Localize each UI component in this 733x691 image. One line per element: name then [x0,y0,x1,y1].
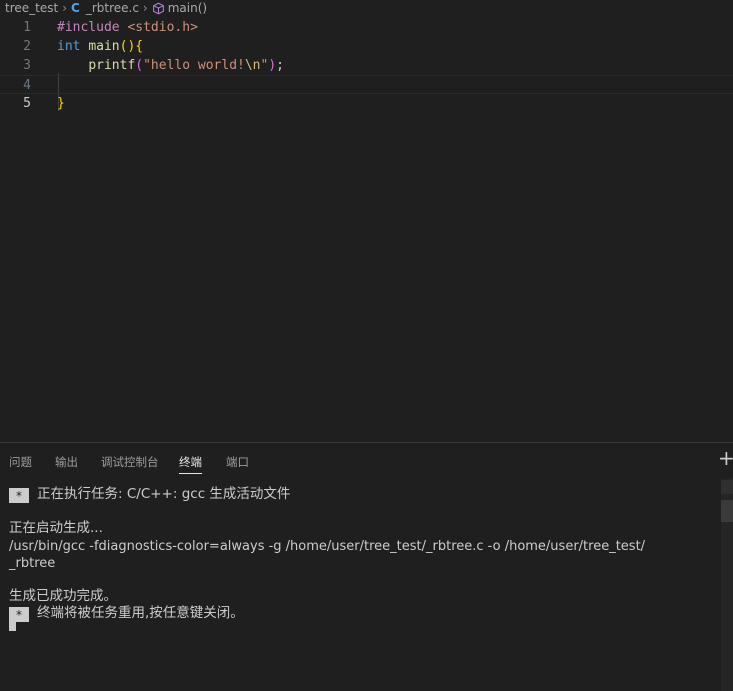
code-line[interactable]: 3 printf("hello world!\n"); [0,56,733,75]
c-file-icon: C [71,1,80,15]
reuse-note-text: 终端将被任务重用,按任意键关闭。 [37,605,244,621]
terminal-cursor [9,615,16,631]
starting-line: 正在启动生成... [9,520,103,536]
chevron-right-icon: › [62,1,67,15]
code-line[interactable]: 2 int main(){ [0,37,733,56]
code-token: "hello world! [143,58,245,73]
tab-problems[interactable]: 问题 [9,454,32,474]
line-number: 4 [23,78,31,93]
code-text: printf("hello world!\n"); [57,56,284,75]
method-cube-icon [152,2,165,15]
breadcrumb-folder-label: tree_test [5,1,59,15]
code-line[interactable]: 5} [0,94,733,113]
line-number: 1 [23,20,31,35]
code-text: int main(){ [57,37,143,56]
code-line[interactable]: 1 #include <stdio.h> [0,18,733,37]
breadcrumb-file-label: _rbtree.c [85,1,139,15]
breadcrumb-file[interactable]: C _rbtree.c [71,1,139,15]
panel-tabs: 问题 输出 调试控制台 终端 端口 + [0,443,733,477]
reuse-note-line: * 终端将被任务重用,按任意键关闭。 [9,605,244,622]
task-badge: * [9,488,29,503]
bottom-panel: 问题 输出 调试控制台 终端 端口 + * 正在执行任务: C/C++: gcc … [0,442,733,691]
chevron-right-icon: › [142,1,148,15]
command-line-2: _rbtree [9,556,56,571]
code-editor[interactable]: 1 #include <stdio.h> 2 int main(){3 printf(… [0,16,733,442]
scrollbar-thumb[interactable] [721,500,733,522]
breadcrumb: tree_test › C _rbtree.c › main() [0,0,733,16]
tab-output[interactable]: 输出 [55,454,78,474]
scrollbar-marker [721,480,733,494]
code-token: #include [57,20,128,35]
task-line: * 正在执行任务: C/C++: gcc 生成活动文件 [9,486,290,503]
code-token: { [135,39,144,54]
code-token: int [57,39,89,54]
code-token: ) [268,58,277,73]
line-number: 5 [23,96,31,111]
done-line: 生成已成功完成。 [9,588,117,604]
code-token: } [57,96,65,111]
code-token: <stdio.h> [127,20,198,35]
breadcrumb-folder[interactable]: tree_test [5,1,58,15]
code-token: () [119,39,136,54]
task-line-text: 正在执行任务: C/C++: gcc 生成活动文件 [37,486,291,502]
command-line-1: /usr/bin/gcc -fdiagnostics-color=always … [9,539,646,554]
tab-debug-console[interactable]: 调试控制台 [101,454,159,474]
tab-terminal[interactable]: 终端 [179,454,202,474]
code-token: ; [276,58,284,73]
new-terminal-plus-icon[interactable]: + [718,448,733,468]
breadcrumb-symbol-label: main() [167,1,208,15]
code-text: } [57,94,65,113]
code-token: main [88,39,120,54]
breadcrumb-symbol[interactable]: main() [152,1,207,15]
line-number: 3 [23,58,31,73]
code-token: printf [88,58,136,73]
code-text: #include <stdio.h> [57,18,198,37]
line-number: 2 [23,39,31,54]
code-token: ( [135,58,144,73]
code-token: \n [244,58,261,73]
code-line[interactable]: 4 [0,75,733,94]
tab-ports[interactable]: 端口 [226,454,249,474]
